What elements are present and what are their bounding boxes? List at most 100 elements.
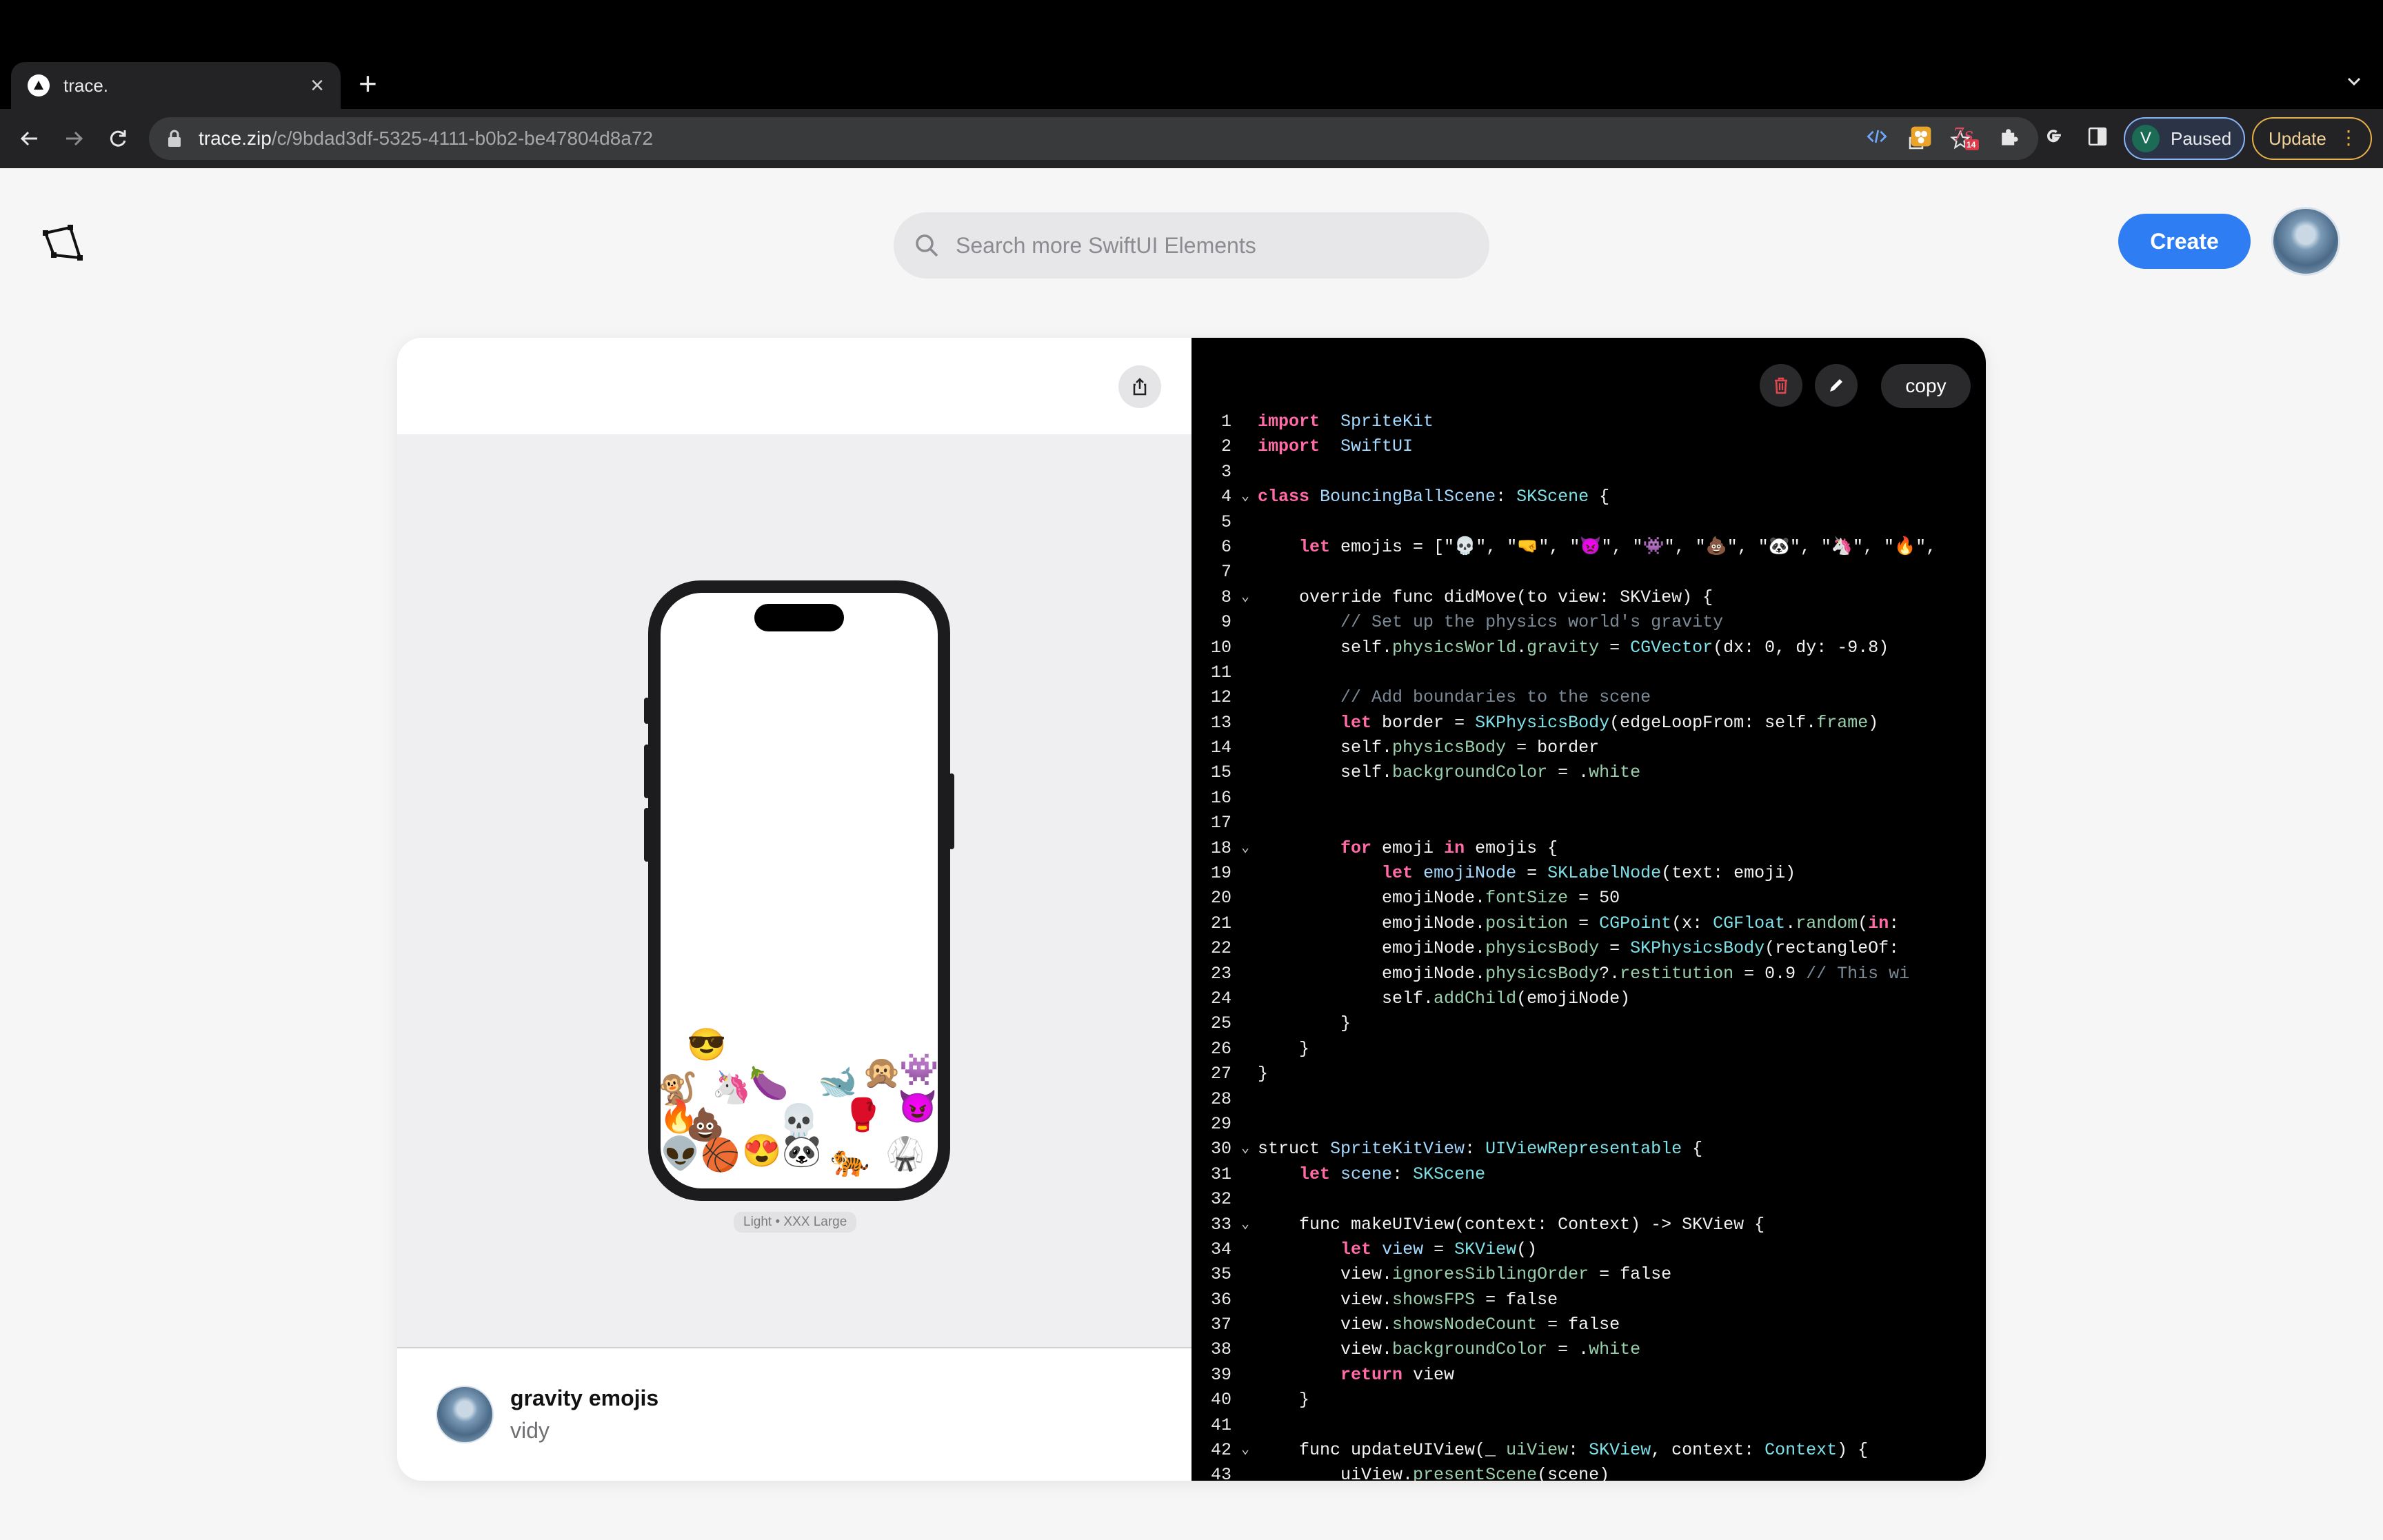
- code-line: 33 ⌄ func makeUIView(context: Context) ->…: [1192, 1213, 1986, 1237]
- emoji-sprite: 🥋: [885, 1135, 925, 1171]
- fold-chevron-icon[interactable]: ⌄: [1241, 585, 1249, 610]
- code-text: return view: [1340, 1364, 1455, 1385]
- line-number: 22: [1210, 938, 1231, 959]
- code-line: 16: [1192, 786, 1986, 811]
- code-line: 9 // Set up the physics world's gravity: [1192, 610, 1986, 635]
- author-name[interactable]: vidy: [510, 1418, 658, 1443]
- code-line: 3: [1192, 460, 1986, 485]
- code-line: 14 self.physicsBody = border: [1192, 736, 1986, 760]
- code-line: 5: [1192, 510, 1986, 535]
- search-input[interactable]: [956, 232, 1480, 259]
- line-number: 23: [1210, 963, 1231, 984]
- code-line: 18 ⌄ for emoji in emojis {: [1192, 836, 1986, 861]
- code-text: // Add boundaries to the scene: [1340, 687, 1651, 708]
- puzzle-extensions-icon[interactable]: [1995, 123, 2023, 150]
- line-number: 25: [1210, 1013, 1231, 1034]
- line-number: 36: [1210, 1289, 1231, 1310]
- author-avatar[interactable]: [436, 1386, 494, 1443]
- browser-tab[interactable]: trace. ×: [11, 62, 341, 109]
- fold-chevron-icon[interactable]: ⌄: [1241, 836, 1249, 861]
- create-button[interactable]: Create: [2118, 214, 2251, 269]
- line-number: 1: [1220, 412, 1231, 432]
- phone-side-button: [949, 773, 954, 849]
- emoji-sprite: 💀: [779, 1102, 819, 1138]
- emoji-sprite: 😈: [898, 1088, 938, 1124]
- trace-logo-icon[interactable]: [40, 222, 84, 266]
- emoji-sprite: 🍆: [749, 1065, 789, 1101]
- fold-chevron-icon[interactable]: ⌄: [1241, 1213, 1249, 1237]
- code-line: 39 return view: [1192, 1363, 1986, 1388]
- new-tab-plus-icon[interactable]: +: [359, 68, 377, 99]
- code-line: 21 emojiNode.position = CGPoint(x: CGFlo…: [1192, 911, 1986, 936]
- code-text: import SpriteKit: [1258, 412, 1434, 432]
- preview-pane: 😎 🐒 🦄 🍆 💀 🐋 🙊 👾 🔥 💩 🥊 😈 👽 🏀 😍 🐼 🐅 🥋 Ligh…: [397, 338, 1192, 1481]
- line-number: 11: [1210, 662, 1231, 682]
- close-tab-icon[interactable]: ×: [310, 74, 324, 97]
- address-bar[interactable]: trace.zip/c/9bdad3df-5325-4111-b0b2-be47…: [149, 117, 2038, 160]
- code-line: 26 }: [1192, 1037, 1986, 1062]
- code-text: emojiNode.physicsBody?.restitution = 0.9…: [1258, 963, 1910, 984]
- google-extension-icon[interactable]: [2040, 123, 2067, 150]
- code-text: self.physicsWorld.gravity = CGVector(dx:…: [1258, 637, 1889, 658]
- code-line: 41: [1192, 1413, 1986, 1438]
- copy-button[interactable]: copy: [1881, 364, 1971, 408]
- chevron-down-icon[interactable]: [2344, 72, 2364, 91]
- code-text: self.physicsBody = border: [1258, 738, 1600, 758]
- emoji-sprite: 👽: [661, 1135, 701, 1171]
- code-editor[interactable]: 1 import SpriteKit 2 import SwiftUI 3 4 ⌄ class…: [1192, 409, 1986, 1481]
- element-title: gravity emojis: [510, 1386, 659, 1410]
- code-text: for emoji in emojis {: [1340, 838, 1558, 858]
- code-text: }: [1258, 1038, 1310, 1059]
- update-chrome-button[interactable]: Update ⋮: [2252, 117, 2372, 160]
- code-text: emojiNode.position = CGPoint(x: CGFloat.…: [1258, 913, 1900, 933]
- user-avatar[interactable]: [2271, 207, 2340, 276]
- phone-side-button: [644, 744, 650, 798]
- code-line: 17: [1192, 811, 1986, 835]
- fold-chevron-icon[interactable]: ⌄: [1241, 485, 1249, 509]
- code-text: }: [1258, 1064, 1269, 1084]
- code-line: 19 let emojiNode = SKLabelNode(text: emo…: [1192, 861, 1986, 886]
- simulator-preview: 😎 🐒 🦄 🍆 💀 🐋 🙊 👾 🔥 💩 🥊 😈 👽 🏀 😍 🐼 🐅 🥋 Ligh…: [397, 434, 1192, 1348]
- update-label: Update: [2269, 128, 2326, 149]
- emoji-sprite: 😎: [687, 1026, 727, 1062]
- sidebar-panel-icon[interactable]: [2084, 123, 2111, 150]
- code-extension-icon[interactable]: [1863, 123, 1891, 150]
- code-line: 38 view.backgroundColor = .white: [1192, 1337, 1986, 1362]
- line-number: 37: [1210, 1315, 1231, 1335]
- code-text: }: [1258, 1390, 1310, 1410]
- share-button[interactable]: [1118, 365, 1161, 408]
- code-line: 7: [1192, 560, 1986, 585]
- profile-paused-chip[interactable]: V Paused: [2124, 117, 2245, 160]
- code-line: 36 view.showsFPS = false: [1192, 1288, 1986, 1313]
- code-line: 40 }: [1192, 1388, 1986, 1412]
- line-number: 24: [1210, 988, 1231, 1009]
- emoji-sprite: 🙊: [862, 1054, 902, 1090]
- code-line: 13 let border = SKPhysicsBody(edgeLoopFr…: [1192, 711, 1986, 736]
- edit-button[interactable]: [1815, 364, 1858, 407]
- code-text: self.backgroundColor = .white: [1258, 762, 1641, 783]
- search-bar[interactable]: [894, 212, 1489, 278]
- code-text: let border = SKPhysicsBody(edgeLoopFrom:…: [1340, 712, 1879, 733]
- code-line: 6 let emojis = ["💀", "🤜", "👿", "👾", "💩",…: [1192, 535, 1986, 560]
- forward-arrow-icon[interactable]: [58, 123, 90, 154]
- line-number: 14: [1210, 738, 1231, 758]
- delete-button[interactable]: [1760, 364, 1802, 407]
- site-header: Create: [0, 168, 2383, 299]
- fold-chevron-icon[interactable]: ⌄: [1241, 1137, 1249, 1162]
- code-text: emojiNode.physicsBody = SKPhysicsBody(re…: [1258, 938, 1900, 959]
- palette-extension-icon[interactable]: [1907, 123, 1935, 150]
- code-text: view.ignoresSiblingOrder = false: [1258, 1264, 1672, 1285]
- fold-chevron-icon[interactable]: ⌄: [1241, 1438, 1249, 1463]
- phone-screen: 😎 🐒 🦄 🍆 💀 🐋 🙊 👾 🔥 💩 🥊 😈 👽 🏀 😍 🐼 🐅 🥋: [661, 593, 938, 1188]
- line-number: 38: [1210, 1339, 1231, 1360]
- profile-status: Paused: [2171, 128, 2232, 149]
- reload-icon[interactable]: [102, 123, 134, 154]
- back-arrow-icon[interactable]: [14, 123, 46, 154]
- device-variant-label[interactable]: Light • XXX Large: [734, 1212, 857, 1233]
- line-number: 35: [1210, 1264, 1231, 1285]
- kebab-menu-icon[interactable]: ⋮: [2339, 128, 2358, 148]
- code-text: view.showsFPS = false: [1258, 1289, 1558, 1310]
- code-line: 29: [1192, 1112, 1986, 1137]
- tab-title: trace.: [63, 74, 109, 96]
- tracker-extension-icon[interactable]: 7s 14: [1951, 123, 1979, 150]
